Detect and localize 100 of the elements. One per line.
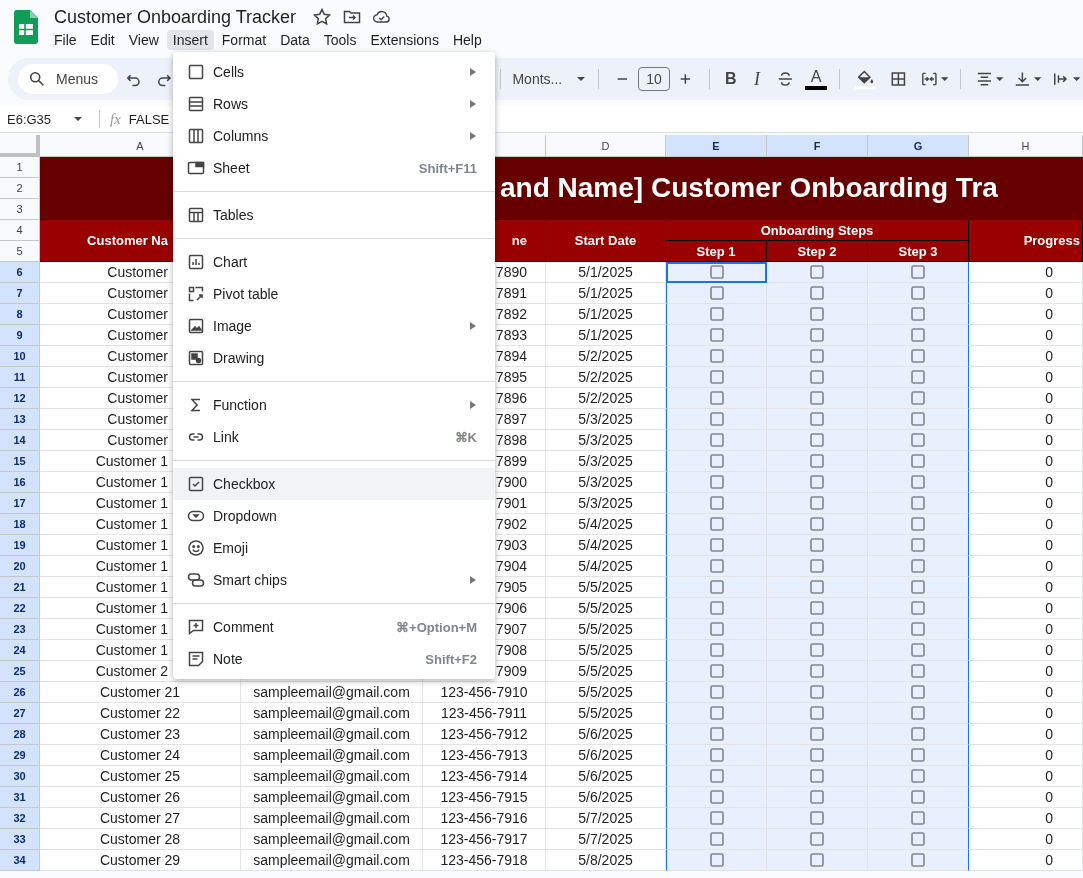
checkbox[interactable] bbox=[911, 391, 925, 405]
checkbox[interactable] bbox=[911, 307, 925, 321]
checkbox-cell[interactable] bbox=[868, 472, 969, 493]
checkbox[interactable] bbox=[709, 475, 724, 489]
menu-item[interactable]: Rows bbox=[173, 88, 495, 120]
checkbox[interactable] bbox=[709, 580, 724, 594]
checkbox[interactable] bbox=[810, 517, 824, 531]
checkbox[interactable] bbox=[709, 622, 724, 636]
checkbox[interactable] bbox=[810, 790, 824, 804]
row-header[interactable]: 13 bbox=[0, 409, 40, 430]
checkbox[interactable] bbox=[911, 265, 925, 279]
menu-item[interactable]: Tools bbox=[317, 30, 363, 50]
checkbox[interactable] bbox=[709, 685, 724, 699]
checkbox-cell[interactable] bbox=[868, 598, 969, 619]
row-header[interactable]: 20 bbox=[0, 556, 40, 577]
row-header[interactable]: 33 bbox=[0, 829, 40, 850]
checkbox[interactable] bbox=[810, 370, 824, 384]
column-header[interactable]: G bbox=[868, 135, 969, 157]
checkbox[interactable] bbox=[911, 706, 925, 720]
checkbox-cell[interactable] bbox=[868, 493, 969, 514]
row-header[interactable]: 31 bbox=[0, 787, 40, 808]
checkbox[interactable] bbox=[911, 559, 925, 573]
checkbox[interactable] bbox=[810, 454, 824, 468]
row-header[interactable]: 25 bbox=[0, 661, 40, 682]
checkbox-cell[interactable] bbox=[868, 577, 969, 598]
checkbox[interactable] bbox=[810, 832, 824, 846]
checkbox[interactable] bbox=[810, 664, 824, 678]
checkbox[interactable] bbox=[911, 454, 925, 468]
search-field[interactable]: Menus bbox=[18, 64, 118, 94]
checkbox[interactable] bbox=[810, 412, 824, 426]
checkbox[interactable] bbox=[911, 727, 925, 741]
checkbox[interactable] bbox=[709, 265, 724, 279]
checkbox[interactable] bbox=[709, 706, 724, 720]
sheets-logo[interactable] bbox=[14, 10, 38, 44]
checkbox-cell[interactable] bbox=[868, 640, 969, 661]
checkbox[interactable] bbox=[709, 286, 724, 300]
row-header[interactable]: 22 bbox=[0, 598, 40, 619]
checkbox[interactable] bbox=[911, 664, 925, 678]
row-header[interactable]: 17 bbox=[0, 493, 40, 514]
row-header[interactable]: 4 bbox=[0, 220, 40, 241]
checkbox-cell[interactable] bbox=[868, 766, 969, 787]
checkbox-cell[interactable] bbox=[868, 325, 969, 346]
document-title[interactable]: Customer Onboarding Tracker bbox=[54, 6, 297, 28]
select-all-corner[interactable] bbox=[0, 135, 40, 157]
checkbox[interactable] bbox=[810, 811, 824, 825]
checkbox[interactable] bbox=[709, 307, 724, 321]
row-header[interactable]: 30 bbox=[0, 766, 40, 787]
checkbox[interactable] bbox=[810, 475, 824, 489]
checkbox[interactable] bbox=[709, 559, 724, 573]
checkbox-cell[interactable] bbox=[868, 703, 969, 724]
caret-icon[interactable] bbox=[940, 74, 950, 84]
checkbox[interactable] bbox=[911, 370, 925, 384]
menu-item[interactable]: Extensions bbox=[364, 30, 445, 50]
checkbox[interactable] bbox=[810, 307, 824, 321]
checkbox-cell[interactable] bbox=[868, 829, 969, 850]
row-header[interactable]: 34 bbox=[0, 850, 40, 871]
checkbox-cell[interactable] bbox=[868, 808, 969, 829]
menu-item[interactable]: Format bbox=[215, 30, 273, 50]
checkbox-cell[interactable] bbox=[868, 451, 969, 472]
checkbox-cell[interactable] bbox=[868, 388, 969, 409]
row-header[interactable]: 10 bbox=[0, 346, 40, 367]
checkbox[interactable] bbox=[709, 538, 724, 552]
row-header[interactable]: 11 bbox=[0, 367, 40, 388]
checkbox[interactable] bbox=[911, 853, 925, 867]
checkbox[interactable] bbox=[911, 811, 925, 825]
checkbox[interactable] bbox=[810, 328, 824, 342]
checkbox-cell[interactable] bbox=[868, 262, 969, 283]
checkbox[interactable] bbox=[911, 601, 925, 615]
checkbox[interactable] bbox=[810, 706, 824, 720]
row-header[interactable]: 7 bbox=[0, 283, 40, 304]
menu-item[interactable]: Checkbox bbox=[173, 468, 495, 500]
checkbox-cell[interactable] bbox=[868, 535, 969, 556]
checkbox[interactable] bbox=[911, 328, 925, 342]
checkbox-cell[interactable] bbox=[868, 367, 969, 388]
row-header[interactable]: 29 bbox=[0, 745, 40, 766]
row-header[interactable]: 28 bbox=[0, 724, 40, 745]
bold-button[interactable]: B bbox=[717, 65, 744, 93]
checkbox[interactable] bbox=[709, 853, 724, 867]
checkbox[interactable] bbox=[810, 580, 824, 594]
cell-range-field[interactable]: E6:G35 bbox=[0, 111, 93, 127]
search-input[interactable]: Menus bbox=[54, 70, 118, 88]
checkbox-cell[interactable] bbox=[868, 682, 969, 703]
row-header[interactable]: 32 bbox=[0, 808, 40, 829]
row-header[interactable]: 26 bbox=[0, 682, 40, 703]
checkbox[interactable] bbox=[810, 748, 824, 762]
font-select[interactable]: Monts... bbox=[508, 71, 591, 87]
row-header[interactable]: 27 bbox=[0, 703, 40, 724]
checkbox-cell[interactable] bbox=[868, 430, 969, 451]
checkbox[interactable] bbox=[810, 538, 824, 552]
checkbox[interactable] bbox=[911, 349, 925, 363]
row-header[interactable]: 21 bbox=[0, 577, 40, 598]
checkbox[interactable] bbox=[911, 622, 925, 636]
checkbox[interactable] bbox=[709, 496, 724, 510]
caret-icon[interactable] bbox=[1033, 74, 1043, 84]
row-header[interactable]: 15 bbox=[0, 451, 40, 472]
checkbox[interactable] bbox=[709, 790, 724, 804]
checkbox[interactable] bbox=[911, 580, 925, 594]
checkbox[interactable] bbox=[810, 769, 824, 783]
checkbox[interactable] bbox=[911, 790, 925, 804]
column-header[interactable]: H bbox=[969, 135, 1083, 157]
